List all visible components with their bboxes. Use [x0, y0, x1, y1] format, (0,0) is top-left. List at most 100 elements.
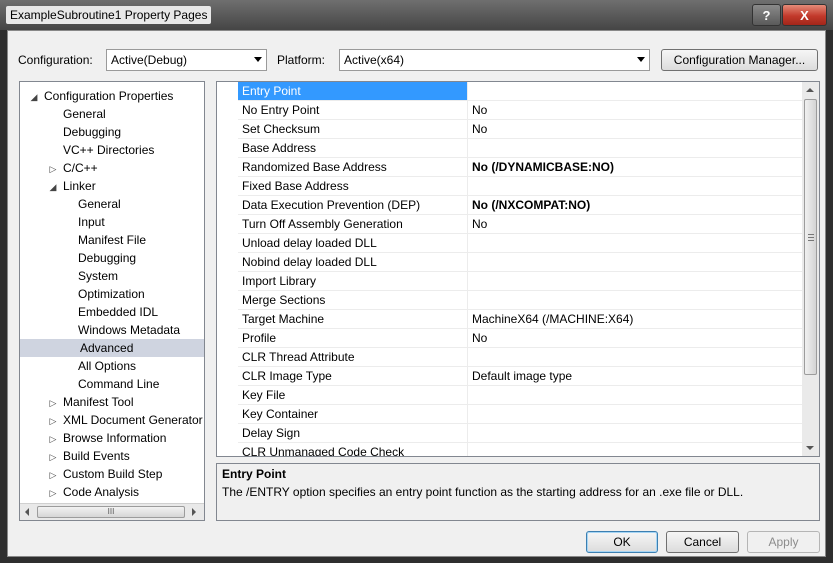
collapsed-arrow-icon[interactable]: ▷ — [47, 448, 59, 466]
grip-icon: III — [107, 507, 115, 516]
grip-icon — [808, 234, 814, 235]
cancel-button[interactable]: Cancel — [666, 531, 739, 553]
tree-item[interactable]: ▷ Build Events — [47, 447, 130, 465]
expanded-arrow-icon[interactable]: ◢ — [47, 178, 59, 196]
tree-item-label: Windows Metadata — [78, 323, 181, 337]
property-row[interactable]: Unload delay loaded DLL — [238, 234, 803, 253]
property-value[interactable]: No — [472, 120, 487, 138]
apply-button[interactable]: Apply — [747, 531, 820, 553]
property-row[interactable]: CLR Unmanaged Code Check — [238, 443, 803, 456]
tree-item[interactable]: ▷ XML Document Generator — [47, 411, 203, 429]
tree-horizontal-scrollbar[interactable]: III — [20, 503, 204, 520]
tree-item[interactable]: Windows Metadata — [78, 321, 180, 339]
property-value[interactable]: No — [472, 215, 487, 233]
window-title: ExampleSubroutine1 Property Pages — [6, 6, 212, 24]
property-row[interactable]: Entry Point — [238, 82, 819, 101]
tree-item[interactable]: ▷ Browse Information — [47, 429, 167, 448]
collapsed-arrow-icon[interactable]: ▷ — [47, 466, 59, 484]
close-button[interactable]: X — [782, 4, 827, 26]
property-name: Key File — [242, 388, 286, 402]
property-row[interactable]: CLR Thread Attribute — [238, 348, 803, 367]
tree-item[interactable]: ◢ Linker — [47, 177, 96, 195]
configuration-dropdown[interactable]: Active(Debug) — [106, 49, 267, 71]
property-name: Key Container — [242, 407, 319, 421]
collapsed-arrow-icon[interactable]: ▷ — [47, 160, 59, 178]
property-row[interactable]: Merge Sections — [238, 291, 803, 310]
property-row[interactable]: Turn Off Assembly Generation No — [238, 215, 803, 234]
column-separator — [467, 139, 468, 158]
tree-item[interactable]: Advanced — [20, 339, 204, 357]
collapsed-arrow-icon[interactable]: ▷ — [47, 484, 59, 502]
tree-item[interactable]: General — [78, 195, 121, 213]
property-value[interactable]: MachineX64 (/MACHINE:X64) — [472, 310, 633, 328]
help-button[interactable]: ? — [752, 4, 781, 26]
property-value[interactable]: No (/DYNAMICBASE:NO) — [472, 158, 614, 176]
tree-item[interactable]: Optimization — [78, 285, 145, 303]
collapsed-arrow-icon[interactable]: ▷ — [47, 412, 59, 430]
tree-item-label: Browse Information — [63, 431, 167, 445]
expanded-arrow-icon[interactable]: ◢ — [28, 88, 40, 106]
property-row[interactable]: Base Address — [238, 139, 803, 158]
property-row[interactable]: Randomized Base Address No (/DYNAMICBASE:… — [238, 158, 803, 177]
help-icon: ? — [762, 7, 771, 23]
property-row[interactable]: Nobind delay loaded DLL — [238, 253, 803, 272]
tree-item[interactable]: Command Line — [78, 375, 159, 393]
tree-item[interactable]: ◢ Configuration Properties — [28, 87, 174, 106]
property-value[interactable]: No — [472, 101, 487, 119]
collapsed-arrow-icon[interactable]: ▷ — [47, 394, 59, 412]
tree-item-label: Custom Build Step — [63, 467, 163, 481]
property-name: No Entry Point — [242, 103, 320, 117]
scroll-right-icon[interactable] — [192, 508, 196, 516]
configuration-label: Configuration: — [18, 53, 93, 67]
tree-item[interactable]: Debugging — [78, 249, 136, 267]
tree-item[interactable]: ▷ Custom Build Step — [47, 465, 163, 484]
column-separator — [467, 348, 468, 367]
tree-item[interactable]: Manifest File — [78, 231, 146, 249]
tree-item[interactable]: ▷ Manifest Tool — [47, 393, 134, 412]
configuration-manager-button[interactable]: Configuration Manager... — [661, 49, 818, 71]
tree-item[interactable]: VC++ Directories — [47, 141, 154, 159]
column-separator — [467, 82, 468, 101]
property-row[interactable]: No Entry Point No — [238, 101, 803, 120]
platform-dropdown[interactable]: Active(x64) — [339, 49, 650, 71]
scroll-up-icon[interactable] — [806, 88, 814, 92]
tree-item[interactable]: Input — [78, 213, 105, 231]
scrollbar-thumb[interactable]: III — [37, 506, 185, 518]
ok-button[interactable]: OK — [586, 531, 658, 553]
property-row[interactable]: Profile No — [238, 329, 803, 348]
column-separator — [467, 310, 468, 329]
scroll-down-icon[interactable] — [806, 446, 814, 450]
property-value[interactable]: Default image type — [472, 367, 572, 385]
property-name: Import Library — [242, 274, 317, 288]
property-row[interactable]: Fixed Base Address — [238, 177, 803, 196]
grid-vertical-scrollbar[interactable] — [802, 82, 819, 456]
property-name: CLR Image Type — [242, 369, 332, 383]
title-bar[interactable]: ExampleSubroutine1 Property Pages ? X — [0, 0, 833, 30]
scrollbar-thumb[interactable] — [804, 99, 817, 375]
tree-item-label: Embedded IDL — [78, 305, 159, 319]
collapsed-arrow-icon[interactable]: ▷ — [47, 430, 59, 448]
property-row[interactable]: CLR Image Type Default image type — [238, 367, 803, 386]
property-row[interactable]: Set Checksum No — [238, 120, 803, 139]
tree-item[interactable]: ▷ Code Analysis — [47, 483, 140, 502]
property-value[interactable]: No (/NXCOMPAT:NO) — [472, 196, 590, 214]
tree-item[interactable]: All Options — [78, 357, 136, 375]
column-separator — [467, 120, 468, 139]
property-row[interactable]: Delay Sign — [238, 424, 803, 443]
property-value[interactable]: No — [472, 329, 487, 347]
property-row[interactable]: Data Execution Prevention (DEP) No (/NXCO… — [238, 196, 803, 215]
tree-item[interactable]: General — [47, 105, 106, 123]
description-title: Entry Point — [222, 467, 287, 481]
property-row[interactable]: Target Machine MachineX64 (/MACHINE:X64) — [238, 310, 803, 329]
tree-item[interactable]: Debugging — [47, 123, 121, 141]
scroll-left-icon[interactable] — [25, 508, 29, 516]
tree-item[interactable]: System — [78, 267, 118, 285]
property-pages-window: ExampleSubroutine1 Property Pages ? X Co… — [0, 0, 833, 563]
property-row[interactable]: Key File — [238, 386, 803, 405]
column-separator — [467, 424, 468, 443]
property-name: CLR Thread Attribute — [242, 350, 355, 364]
property-row[interactable]: Import Library — [238, 272, 803, 291]
tree-item[interactable]: ▷ C/C++ — [47, 159, 98, 177]
tree-item[interactable]: Embedded IDL — [78, 303, 158, 321]
property-row[interactable]: Key Container — [238, 405, 803, 424]
